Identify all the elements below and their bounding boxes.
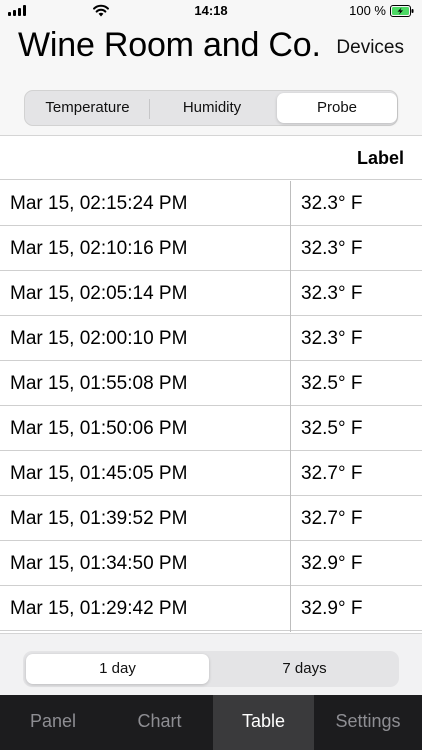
- row-value: 32.3° F: [301, 283, 363, 304]
- row-date: Mar 15, 01:39:52 PM: [10, 508, 188, 529]
- sensor-segment-area: Temperature Humidity Probe: [0, 72, 422, 136]
- range-segmented-control: 1 day 7 days: [23, 651, 399, 687]
- battery-charging-icon: [390, 5, 414, 17]
- tab-table[interactable]: Table: [213, 695, 314, 750]
- app-screen: 14:18 100 % Wine Room and Co... Devices …: [0, 0, 422, 750]
- row-date: Mar 15, 01:50:06 PM: [10, 418, 188, 439]
- segment-humidity[interactable]: Humidity: [150, 93, 274, 123]
- navigation-header: Wine Room and Co... Devices: [0, 22, 422, 72]
- tab-chart[interactable]: Chart: [106, 695, 213, 750]
- battery-percent: 100 %: [349, 3, 386, 18]
- readings-table[interactable]: Mar 15, 02:15:24 PM 32.3° F Mar 15, 02:1…: [0, 181, 422, 633]
- devices-button[interactable]: Devices: [336, 37, 404, 59]
- segment-7-days[interactable]: 7 days: [213, 654, 396, 684]
- row-value: 32.7° F: [301, 508, 363, 529]
- row-date: Mar 15, 01:55:08 PM: [10, 373, 188, 394]
- segment-1-day[interactable]: 1 day: [26, 654, 209, 684]
- table-row[interactable]: Mar 15, 01:55:08 PM 32.5° F: [0, 361, 422, 406]
- segment-temperature[interactable]: Temperature: [27, 93, 148, 123]
- row-value: 32.3° F: [301, 328, 363, 349]
- row-date: Mar 15, 01:45:05 PM: [10, 463, 188, 484]
- table-row[interactable]: Mar 15, 01:39:52 PM 32.7° F: [0, 496, 422, 541]
- table-row[interactable]: Mar 15, 01:50:06 PM 32.5° F: [0, 406, 422, 451]
- table-row[interactable]: Mar 15, 02:00:10 PM 32.3° F: [0, 316, 422, 361]
- table-row[interactable]: Mar 15, 01:34:50 PM 32.9° F: [0, 541, 422, 586]
- row-value: 32.3° F: [301, 193, 363, 214]
- row-date: Mar 15, 01:29:42 PM: [10, 598, 188, 619]
- row-date: Mar 15, 02:00:10 PM: [10, 328, 188, 349]
- status-bar: 14:18 100 %: [0, 0, 422, 22]
- row-value: 32.9° F: [301, 598, 363, 619]
- segment-probe[interactable]: Probe: [277, 93, 397, 123]
- table-header: Label: [0, 137, 422, 180]
- row-value: 32.7° F: [301, 463, 363, 484]
- tab-bar: Panel Chart Table Settings: [0, 695, 422, 750]
- range-segment-area: 1 day 7 days: [0, 633, 422, 695]
- table-row[interactable]: Mar 15, 02:05:14 PM 32.3° F: [0, 271, 422, 316]
- row-date: Mar 15, 02:05:14 PM: [10, 283, 188, 304]
- column-divider: [290, 181, 291, 632]
- row-value: 32.5° F: [301, 373, 363, 394]
- table-row[interactable]: Mar 15, 01:29:42 PM 32.9° F: [0, 586, 422, 631]
- row-date: Mar 15, 02:10:16 PM: [10, 238, 188, 259]
- sensor-segmented-control: Temperature Humidity Probe: [24, 90, 398, 126]
- table-row[interactable]: Mar 15, 02:10:16 PM 32.3° F: [0, 226, 422, 271]
- row-value: 32.5° F: [301, 418, 363, 439]
- table-row[interactable]: Mar 15, 01:45:05 PM 32.7° F: [0, 451, 422, 496]
- table-row[interactable]: Mar 15, 02:15:24 PM 32.3° F: [0, 181, 422, 226]
- page-title: Wine Room and Co...: [18, 26, 323, 64]
- row-value: 32.9° F: [301, 553, 363, 574]
- row-date: Mar 15, 02:15:24 PM: [10, 193, 188, 214]
- row-date: Mar 15, 01:34:50 PM: [10, 553, 188, 574]
- row-value: 32.3° F: [301, 238, 363, 259]
- tab-settings[interactable]: Settings: [314, 695, 422, 750]
- label-column-header: Label: [356, 148, 404, 168]
- tab-panel[interactable]: Panel: [0, 695, 106, 750]
